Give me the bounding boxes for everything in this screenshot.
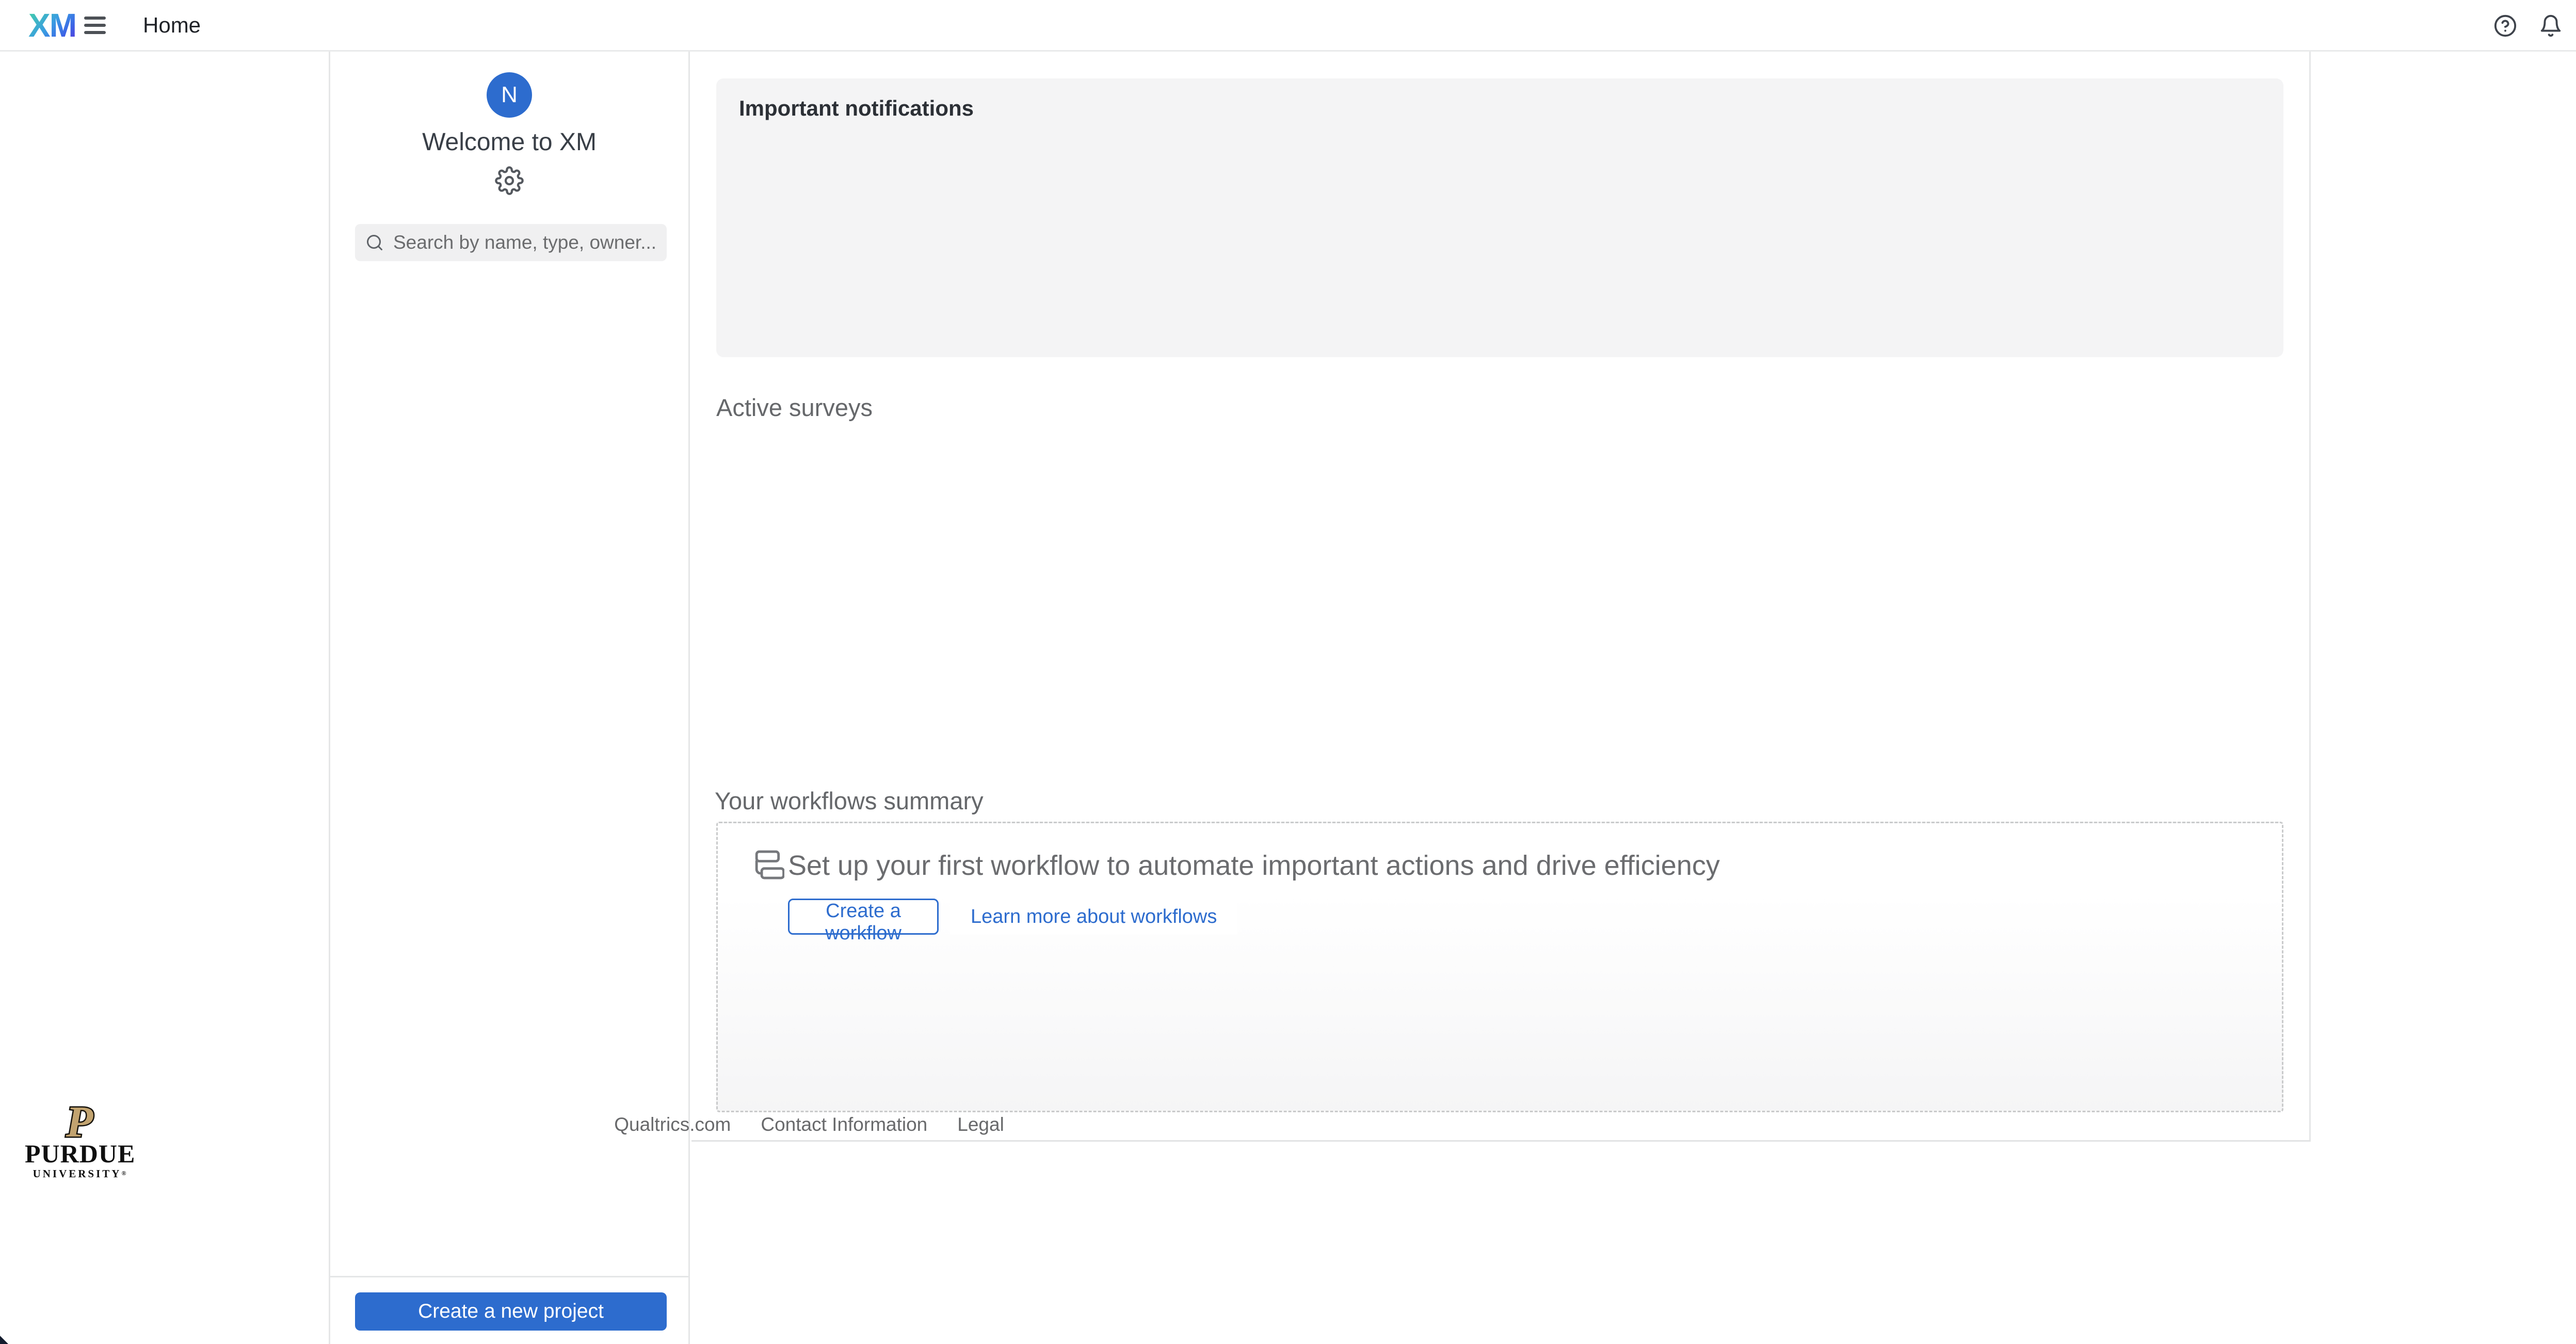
workflows-empty-state-panel: Set up your first workflow to automate i… bbox=[716, 822, 2283, 1112]
footer-link-contact[interactable]: Contact Information bbox=[761, 1114, 927, 1135]
workflows-summary-title: Your workflows summary bbox=[715, 787, 984, 815]
purdue-university-wordmark: UNIVERSITY® bbox=[25, 1166, 134, 1180]
learn-more-workflows-link[interactable]: Learn more about workflows bbox=[950, 899, 1237, 935]
main-content: Important notifications Active surveys Y… bbox=[691, 52, 2310, 1344]
hamburger-menu-icon[interactable] bbox=[84, 17, 106, 34]
sidebar: N Welcome to XM Create a new project bbox=[329, 52, 690, 1344]
avatar[interactable]: N bbox=[487, 72, 532, 118]
xm-brand-logo[interactable]: XM bbox=[28, 6, 76, 44]
workflow-actions-row: Create a workflow Learn more about workf… bbox=[788, 899, 1237, 935]
footer-links: Qualtrics.com Contact Information Legal bbox=[614, 1114, 1004, 1135]
purdue-university-logo: P PURDUE UNIVERSITY® bbox=[25, 1097, 134, 1180]
topbar-icon-group bbox=[2493, 0, 2563, 52]
workflow-headline: Set up your first workflow to automate i… bbox=[788, 848, 1720, 883]
welcome-title: Welcome to XM bbox=[330, 128, 688, 156]
active-surveys-title: Active surveys bbox=[716, 393, 873, 422]
footer-link-legal[interactable]: Legal bbox=[957, 1114, 1004, 1135]
footer-divider bbox=[691, 1140, 2310, 1142]
notifications-bell-icon[interactable] bbox=[2539, 14, 2563, 38]
registered-mark: ® bbox=[121, 1170, 126, 1177]
important-notifications-title: Important notifications bbox=[739, 96, 2261, 121]
purdue-wordmark: PURDUE bbox=[25, 1141, 134, 1166]
project-search-box bbox=[355, 224, 667, 261]
settings-gear-icon[interactable] bbox=[495, 166, 524, 195]
main-right-border bbox=[2309, 52, 2311, 1142]
top-navigation-bar: XM Home bbox=[0, 0, 2576, 52]
important-notifications-panel: Important notifications bbox=[716, 78, 2283, 357]
screen-corner-artifact bbox=[0, 1336, 8, 1344]
search-input[interactable] bbox=[393, 232, 656, 253]
create-new-project-button[interactable]: Create a new project bbox=[355, 1292, 667, 1331]
svg-text:P: P bbox=[66, 1097, 94, 1144]
nav-home-label[interactable]: Home bbox=[143, 13, 201, 38]
create-workflow-button[interactable]: Create a workflow bbox=[788, 899, 939, 935]
purdue-p-mark: P bbox=[48, 1097, 111, 1144]
avatar-initial: N bbox=[501, 82, 518, 108]
footer-link-qualtrics[interactable]: Qualtrics.com bbox=[614, 1114, 731, 1135]
help-icon[interactable] bbox=[2493, 14, 2517, 38]
sidebar-footer-divider bbox=[330, 1276, 688, 1277]
search-icon bbox=[365, 233, 384, 252]
workflow-blocks-icon bbox=[749, 848, 784, 883]
